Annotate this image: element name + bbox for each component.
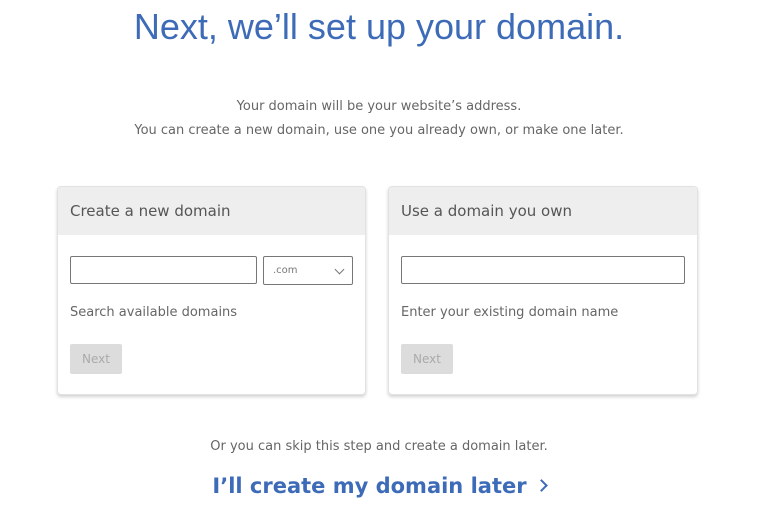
chevron-down-icon <box>334 264 345 275</box>
card-title: Create a new domain <box>58 187 365 235</box>
card-title: Use a domain you own <box>389 187 697 235</box>
create-domain-card: Create a new domain .com Search availabl… <box>57 186 366 395</box>
tld-select[interactable]: .com <box>263 256 353 285</box>
subtitle-line-2: You can create a new domain, use one you… <box>134 123 624 138</box>
create-domain-next-button[interactable]: Next <box>70 344 122 374</box>
existing-domain-input[interactable] <box>401 256 685 284</box>
tld-selected-value: .com <box>273 265 298 276</box>
own-domain-next-button[interactable]: Next <box>401 344 453 374</box>
create-later-link[interactable]: I’ll create my domain later <box>0 474 758 498</box>
create-later-label: I’ll create my domain later <box>212 474 527 498</box>
own-domain-card: Use a domain you own Enter your existing… <box>388 186 698 395</box>
chevron-right-icon <box>534 479 548 492</box>
page-title: Next, we’ll set up your domain. <box>133 6 625 47</box>
existing-domain-hint: Enter your existing domain name <box>401 305 619 320</box>
skip-text: Or you can skip this step and create a d… <box>210 439 548 454</box>
new-domain-input[interactable] <box>70 256 257 284</box>
new-domain-hint: Search available domains <box>70 305 238 320</box>
subtitle-line-1: Your domain will be your website’s addre… <box>236 99 522 114</box>
